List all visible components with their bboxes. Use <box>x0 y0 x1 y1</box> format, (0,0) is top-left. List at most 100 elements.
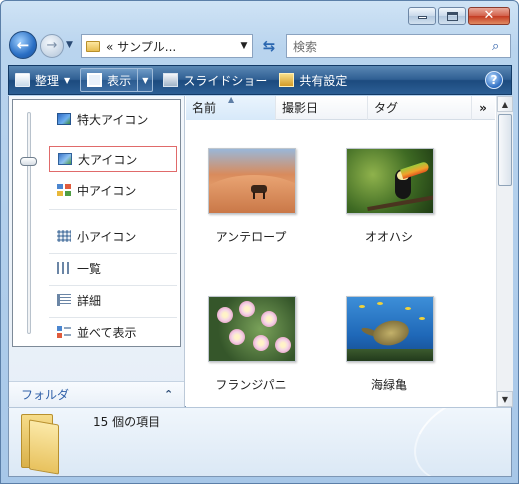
file-item-antelope[interactable]: アンテロープ <box>196 148 306 258</box>
details-view-icon <box>57 294 71 306</box>
views-button-group: 表示 ▼ <box>80 68 154 92</box>
share-button[interactable]: 共有設定 <box>273 67 353 93</box>
close-button[interactable]: ✕ <box>468 7 510 25</box>
extra-large-icons-icon <box>57 113 71 125</box>
details-pane: 15 個の項目 <box>8 407 512 477</box>
search-placeholder: 検索 <box>293 39 318 54</box>
view-option-medium-icons[interactable]: 中アイコン <box>49 177 177 203</box>
medium-icons-icon <box>57 184 71 196</box>
item-count: 15 個の項目 <box>93 415 161 429</box>
organize-label: 整理 <box>35 73 60 88</box>
thumbnail-frangipani <box>208 296 296 362</box>
minimize-icon <box>418 16 427 19</box>
view-menu-divider <box>49 317 177 318</box>
view-menu-divider <box>49 253 177 254</box>
navigation-pane: 特大アイコン 大アイコン 中アイコン 小アイコン 一覧 詳細 並べて表示 フォル… <box>9 96 185 407</box>
help-icon: ? <box>490 73 498 87</box>
view-menu-divider <box>49 285 177 286</box>
vertical-scrollbar[interactable]: ▲ ▼ <box>496 96 513 407</box>
explorer-client-area: 特大アイコン 大アイコン 中アイコン 小アイコン 一覧 詳細 並べて表示 フォル… <box>8 95 513 407</box>
search-input[interactable]: 検索 ⌕ <box>286 34 511 58</box>
slideshow-icon <box>163 73 179 87</box>
file-item-frangipani[interactable]: フランジパニ <box>196 296 306 406</box>
large-icons-icon <box>58 153 72 165</box>
file-name: アンテロープ <box>215 230 287 244</box>
view-size-slider-thumb[interactable] <box>20 157 37 166</box>
view-option-label: 並べて表示 <box>77 325 137 340</box>
forward-arrow-icon: → <box>46 38 58 53</box>
scroll-thumb[interactable] <box>498 114 512 186</box>
column-header-label: タグ <box>374 101 399 115</box>
more-columns-button[interactable]: » <box>472 96 494 119</box>
folders-label: フォルダ <box>21 388 70 402</box>
view-size-slider-track[interactable] <box>27 112 31 334</box>
file-item-sea-turtle[interactable]: 海緑亀 <box>334 296 444 406</box>
column-header-label: 撮影日 <box>282 101 319 115</box>
forward-button[interactable]: → <box>40 34 64 58</box>
back-button[interactable]: ← <box>9 31 37 59</box>
recent-pages-dropdown[interactable]: ▼ <box>66 40 73 50</box>
view-menu: 特大アイコン 大アイコン 中アイコン 小アイコン 一覧 詳細 並べて表示 <box>12 99 181 347</box>
view-menu-divider <box>49 209 177 210</box>
slideshow-label: スライドショー <box>183 73 268 88</box>
view-option-label: 大アイコン <box>78 152 138 167</box>
thumbnail-toucan <box>346 148 434 214</box>
decorative-swoosh <box>399 408 511 476</box>
views-dropdown-button[interactable]: ▼ <box>138 69 152 91</box>
organize-button[interactable]: 整理 ▼ <box>9 67 76 93</box>
tiles-view-icon <box>57 326 71 338</box>
share-icon <box>279 73 295 87</box>
back-arrow-icon: ← <box>16 36 30 54</box>
navigation-row: ← → ▼ « サンプル... ▼ ⇆ 検索 ⌕ <box>9 31 511 61</box>
explorer-window: ✕ ← → ▼ « サンプル... ▼ ⇆ 検索 ⌕ 整理 ▼ 表示 ▼ スライ… <box>0 0 519 484</box>
caption-buttons: ✕ <box>408 7 510 25</box>
views-label: 表示 <box>107 73 132 88</box>
view-option-label: 詳細 <box>77 293 102 308</box>
column-header-name[interactable]: ▲ 名前 <box>186 95 276 120</box>
view-option-list[interactable]: 一覧 <box>49 255 177 281</box>
file-item-toucan[interactable]: オオハシ <box>334 148 444 258</box>
file-name: オオハシ <box>364 230 413 244</box>
folder-icon <box>86 40 100 52</box>
view-option-label: 特大アイコン <box>77 112 149 127</box>
scroll-down-button[interactable]: ▼ <box>497 391 513 407</box>
address-dropdown-icon[interactable]: ▼ <box>236 41 252 51</box>
view-option-label: 一覧 <box>77 261 102 276</box>
share-label: 共有設定 <box>299 73 348 88</box>
file-name: フランジパニ <box>215 378 287 392</box>
column-header-date-taken[interactable]: 撮影日 <box>276 96 368 120</box>
address-text: « サンプル... <box>106 39 177 54</box>
view-option-label: 小アイコン <box>77 229 137 244</box>
view-option-large-icons[interactable]: 大アイコン <box>49 146 177 172</box>
column-header-label: 名前 <box>192 101 217 115</box>
thumbnail-sea-turtle <box>346 296 434 362</box>
view-option-label: 中アイコン <box>77 183 137 198</box>
maximize-button[interactable] <box>438 7 466 25</box>
help-button[interactable]: ? <box>485 71 503 89</box>
sort-ascending-icon: ▲ <box>228 95 235 104</box>
view-option-small-icons[interactable]: 小アイコン <box>49 223 177 249</box>
folders-toggle[interactable]: フォルダ ⌃ <box>9 381 184 407</box>
views-icon <box>87 73 103 87</box>
thumbnail-antelope <box>208 148 296 214</box>
chevron-up-icon: ⌃ <box>164 388 174 401</box>
view-option-tiles[interactable]: 並べて表示 <box>49 319 177 345</box>
chevron-down-icon: ▼ <box>142 75 149 85</box>
file-name: 海緑亀 <box>370 378 407 392</box>
list-view-icon <box>57 262 71 274</box>
chevron-down-icon: ▼ <box>64 75 71 85</box>
view-option-extra-large-icons[interactable]: 特大アイコン <box>49 106 177 132</box>
minimize-button[interactable] <box>408 7 436 25</box>
address-bar[interactable]: « サンプル... ▼ <box>81 34 253 58</box>
command-bar: 整理 ▼ 表示 ▼ スライドショー 共有設定 ? <box>8 65 512 95</box>
maximize-icon <box>447 12 458 21</box>
slideshow-button[interactable]: スライドショー <box>157 67 273 93</box>
view-option-details[interactable]: 詳細 <box>49 287 177 313</box>
scroll-up-button[interactable]: ▲ <box>497 96 513 112</box>
folder-large-icon <box>19 414 67 475</box>
views-button[interactable]: 表示 <box>81 69 137 91</box>
file-list: ▲ 名前 撮影日 タグ » アンテロープ オオハシ フランジパニ 海緑亀 ▲ ▼ <box>186 95 513 407</box>
search-icon[interactable]: ⌕ <box>492 39 510 54</box>
refresh-button[interactable]: ⇆ <box>257 34 281 58</box>
column-header-tags[interactable]: タグ <box>368 96 472 120</box>
